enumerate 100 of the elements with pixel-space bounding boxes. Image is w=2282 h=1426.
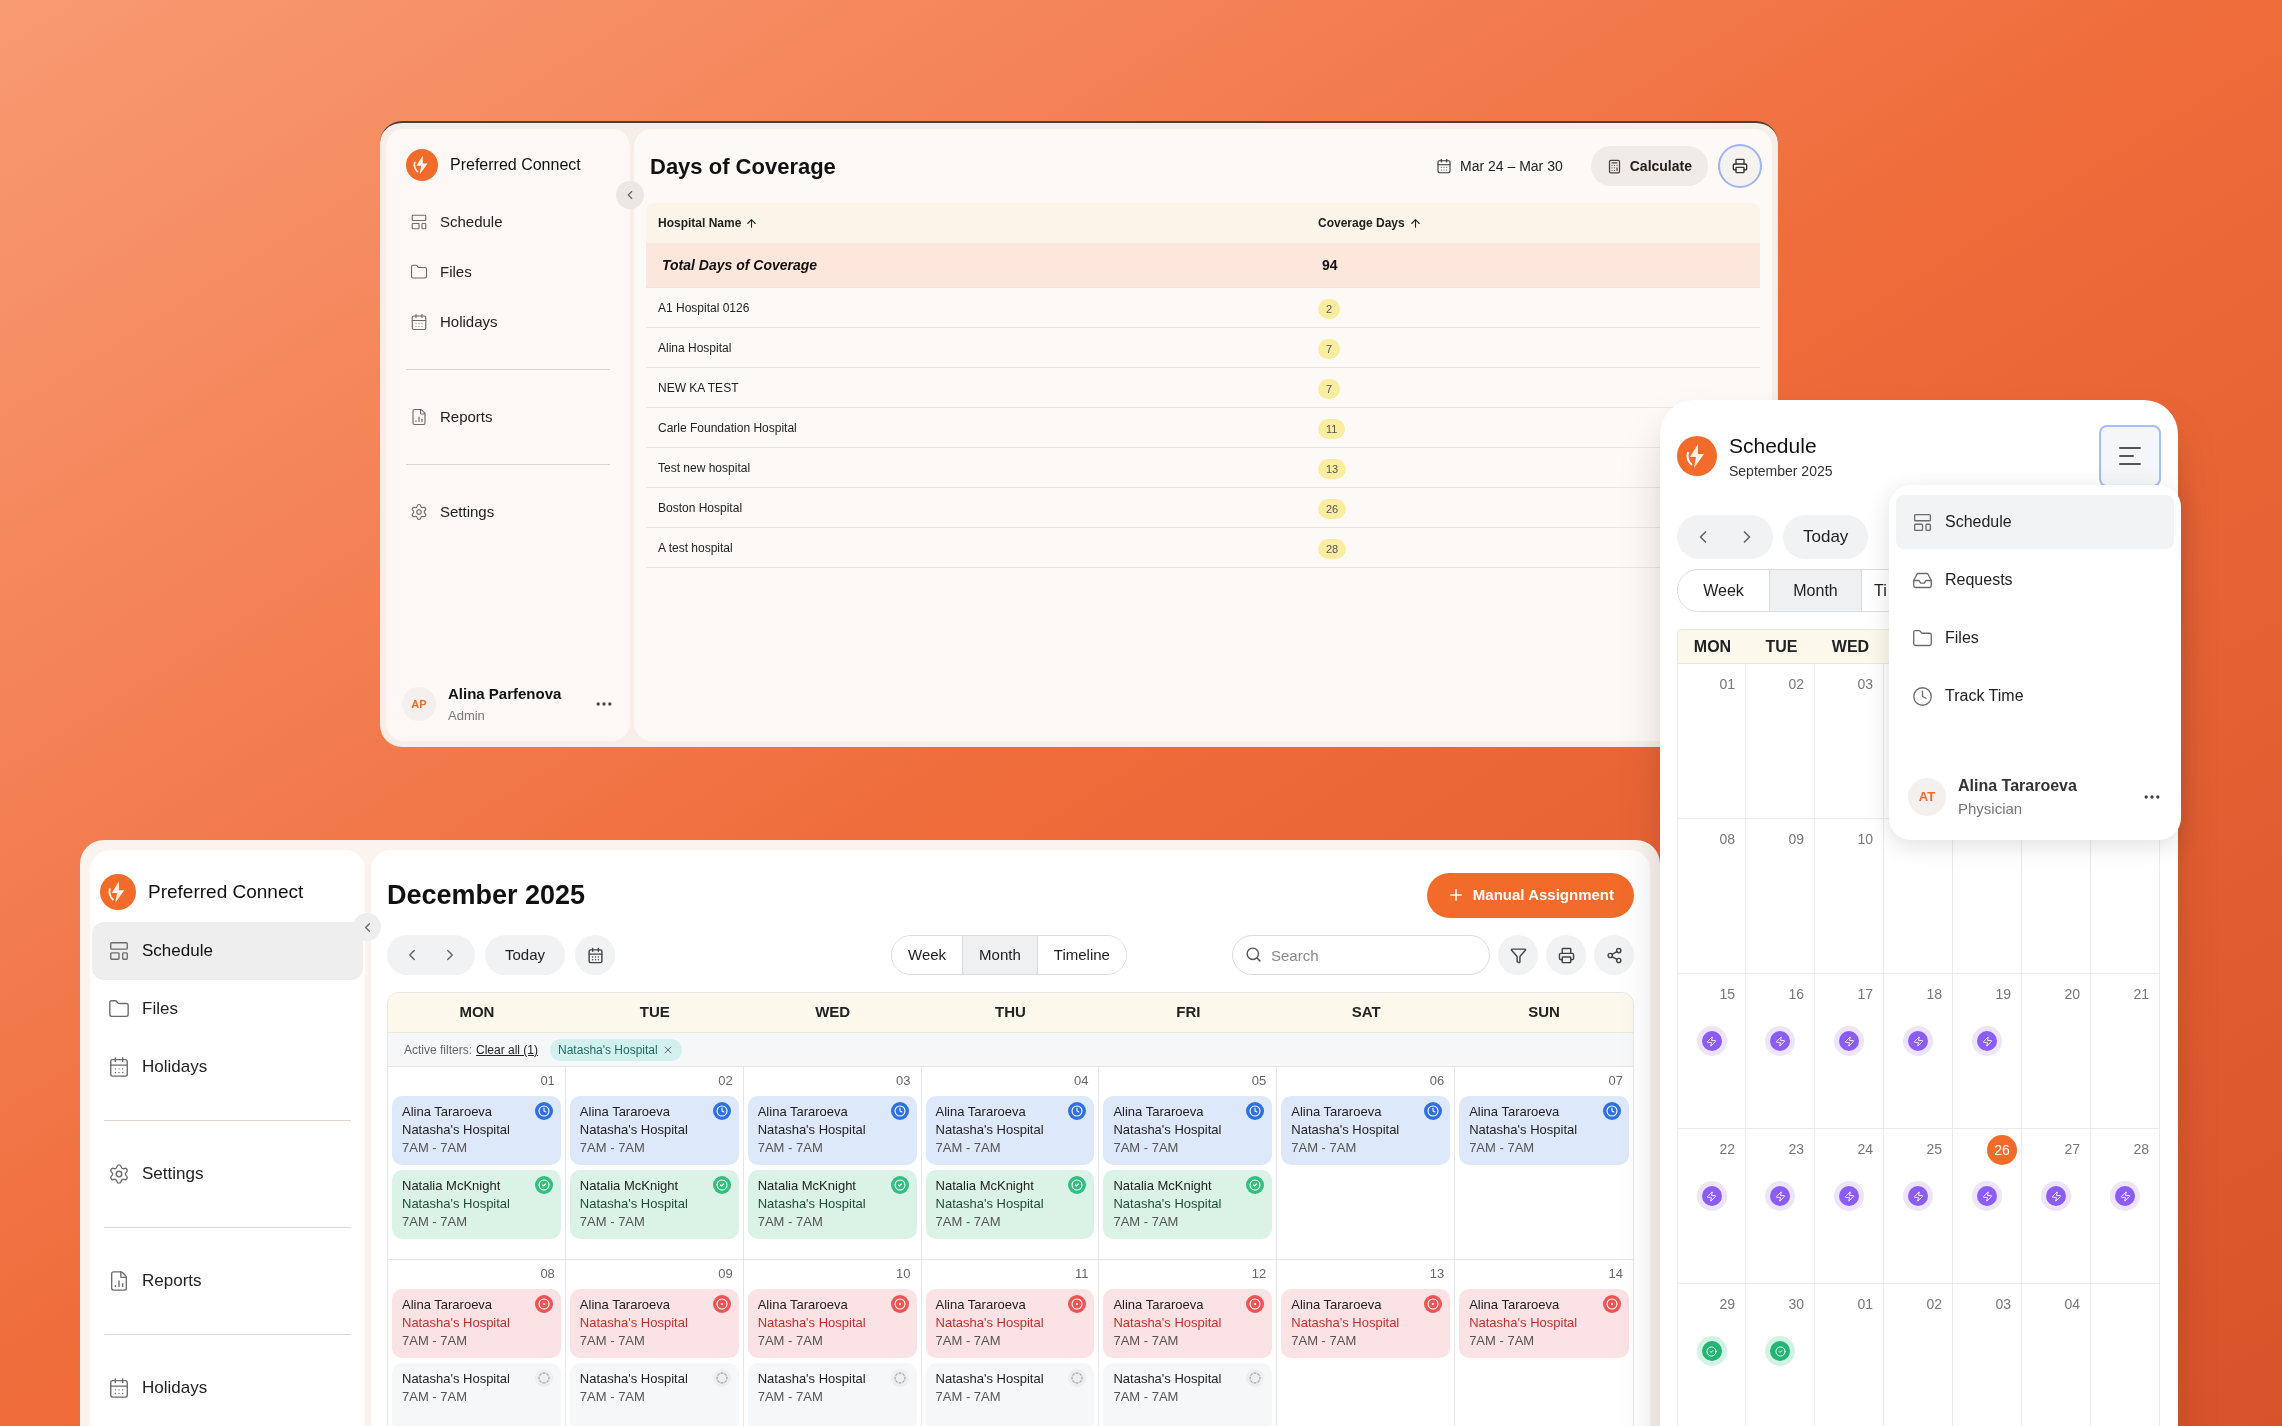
view-tab[interactable]: Month bbox=[1770, 570, 1862, 611]
sidebar-item[interactable]: Files bbox=[92, 980, 363, 1038]
menu-item[interactable]: Files bbox=[1896, 611, 2174, 665]
event-card[interactable]: Natalia McKnight Natasha's Hospital 7AM - 7AM bbox=[1103, 1170, 1273, 1239]
today-button[interactable]: Today bbox=[1783, 515, 1869, 559]
date-picker-button[interactable] bbox=[575, 935, 616, 975]
event-marker[interactable] bbox=[1696, 1181, 1727, 1211]
print-button[interactable] bbox=[1720, 146, 1760, 186]
day-cell[interactable]: 19 bbox=[1953, 974, 2022, 1129]
day-cell[interactable]: 05 Alina Tararoeva Natasha's Hospital 7AM - 7AM Natalia McKnight Natasha's Hospital 7AM - 7AM bbox=[1099, 1067, 1278, 1260]
day-cell[interactable]: 20 bbox=[2022, 974, 2091, 1129]
event-marker[interactable] bbox=[1765, 1026, 1795, 1056]
event-marker[interactable] bbox=[1903, 1181, 1933, 1211]
event-marker[interactable] bbox=[1972, 1026, 2002, 1056]
menu-button[interactable] bbox=[2099, 425, 2161, 487]
day-cell[interactable]: 09 Alina Tararoeva Natasha's Hospital 7AM - 7AM Natasha's Hospital 7AM - 7AM bbox=[565, 1260, 744, 1426]
sidebar-item[interactable]: Schedule bbox=[92, 922, 363, 980]
day-cell[interactable]: 03 bbox=[1815, 664, 1884, 819]
event-marker[interactable] bbox=[1903, 1026, 1933, 1056]
menu-item[interactable]: Requests bbox=[1896, 553, 2174, 607]
event-card[interactable]: Alina Tararoeva Natasha's Hospital 7AM - 7AM bbox=[1459, 1289, 1629, 1358]
event-card[interactable]: Natalia McKnight Natasha's Hospital 7AM - 7AM bbox=[392, 1170, 561, 1239]
event-card[interactable]: Alina Tararoeva Natasha's Hospital 7AM - 7AM bbox=[1103, 1096, 1273, 1165]
view-tab[interactable]: Month bbox=[963, 936, 1038, 974]
day-cell[interactable]: 07 Alina Tararoeva Natasha's Hospital 7AM - 7AM bbox=[1455, 1067, 1633, 1260]
event-card[interactable]: Natalia McKnight Natasha's Hospital 7AM - 7AM bbox=[747, 1170, 917, 1239]
event-marker[interactable] bbox=[2110, 1181, 2140, 1211]
event-card[interactable]: Alina Tararoeva Natasha's Hospital 7AM - 7AM bbox=[392, 1289, 561, 1358]
filter-chip[interactable]: Natasha's Hospital bbox=[550, 1038, 682, 1061]
day-cell[interactable]: 12 Alina Tararoeva Natasha's Hospital 7AM - 7AM Natasha's Hospital 7AM - 7AM bbox=[1099, 1260, 1278, 1426]
day-cell[interactable]: 04 bbox=[2022, 1284, 2091, 1426]
day-cell[interactable]: 04 Alina Tararoeva Natasha's Hospital 7AM - 7AM Natalia McKnight Natasha's Hospital 7AM - 7AM bbox=[921, 1067, 1100, 1260]
filter-button[interactable] bbox=[1498, 935, 1538, 975]
day-cell[interactable]: 21 bbox=[2091, 974, 2160, 1129]
event-card[interactable]: Alina Tararoeva Natasha's Hospital 7AM - 7AM bbox=[569, 1289, 739, 1358]
event-marker[interactable] bbox=[1696, 1336, 1727, 1366]
menu-item[interactable]: Track Time bbox=[1896, 669, 2174, 723]
event-marker[interactable] bbox=[1765, 1181, 1795, 1211]
event-card[interactable]: Natasha's Hospital 7AM - 7AM bbox=[569, 1363, 739, 1426]
sort-arrow-icon[interactable] bbox=[745, 216, 759, 230]
event-marker[interactable] bbox=[1834, 1181, 1864, 1211]
sidebar-item[interactable]: Settings bbox=[394, 487, 622, 537]
day-cell[interactable]: 01 bbox=[1815, 1284, 1884, 1426]
day-cell[interactable]: 10 Alina Tararoeva Natasha's Hospital 7AM - 7AM Natasha's Hospital 7AM - 7AM bbox=[743, 1260, 922, 1426]
day-cell[interactable]: 11 Alina Tararoeva Natasha's Hospital 7AM - 7AM Natasha's Hospital 7AM - 7AM bbox=[921, 1260, 1100, 1426]
event-card[interactable]: Alina Tararoeva Natasha's Hospital 7AM - 7AM bbox=[747, 1289, 917, 1358]
event-card[interactable]: Natasha's Hospital 7AM - 7AM bbox=[392, 1363, 561, 1426]
day-cell[interactable]: 28 bbox=[2091, 1129, 2160, 1284]
event-marker[interactable] bbox=[1972, 1181, 2002, 1211]
day-cell[interactable]: 02 Alina Tararoeva Natasha's Hospital 7AM - 7AM Natalia McKnight Natasha's Hospital 7AM - 7AM bbox=[565, 1067, 744, 1260]
day-cell[interactable]: 16 bbox=[1746, 974, 1815, 1129]
day-cell[interactable]: 24 bbox=[1815, 1129, 1884, 1284]
day-cell[interactable]: 25 bbox=[1884, 1129, 1953, 1284]
event-card[interactable]: Alina Tararoeva Natasha's Hospital 7AM - 7AM bbox=[925, 1289, 1095, 1358]
sidebar-item[interactable]: Settings bbox=[92, 1145, 363, 1203]
event-card[interactable]: Alina Tararoeva Natasha's Hospital 7AM - 7AM bbox=[1459, 1096, 1629, 1165]
day-cell[interactable]: 29 bbox=[1677, 1284, 1746, 1426]
column-header[interactable]: Hospital Name bbox=[646, 214, 1306, 232]
day-cell[interactable]: 01 bbox=[1677, 664, 1746, 819]
calculate-button[interactable]: Calculate bbox=[1590, 146, 1708, 186]
view-tab[interactable]: Week bbox=[892, 936, 964, 974]
day-cell[interactable]: 22 bbox=[1677, 1129, 1746, 1284]
day-cell[interactable]: 03 Alina Tararoeva Natasha's Hospital 7AM - 7AM Natalia McKnight Natasha's Hospital 7AM - 7AM bbox=[743, 1067, 922, 1260]
view-tab[interactable]: Week bbox=[1678, 570, 1770, 611]
event-marker[interactable] bbox=[2041, 1181, 2071, 1211]
event-card[interactable]: Alina Tararoeva Natasha's Hospital 7AM - 7AM bbox=[925, 1096, 1095, 1165]
sidebar-item[interactable]: Holidays bbox=[92, 1359, 363, 1417]
event-card[interactable]: Alina Tararoeva Natasha's Hospital 7AM - 7AM bbox=[747, 1096, 917, 1165]
event-card[interactable]: Natalia McKnight Natasha's Hospital 7AM - 7AM bbox=[925, 1170, 1095, 1239]
menu-item[interactable]: Schedule bbox=[1896, 495, 2174, 549]
day-cell[interactable]: 23 bbox=[1746, 1129, 1815, 1284]
day-cell[interactable]: 13 Alina Tararoeva Natasha's Hospital 7AM - 7AM bbox=[1277, 1260, 1456, 1426]
share-button[interactable] bbox=[1594, 935, 1634, 975]
event-card[interactable]: Alina Tararoeva Natasha's Hospital 7AM - 7AM bbox=[392, 1096, 561, 1165]
sidebar-item[interactable]: Holidays bbox=[394, 297, 622, 347]
day-cell[interactable]: 18 bbox=[1884, 974, 1953, 1129]
clear-all-link[interactable]: Clear all (1) bbox=[476, 1040, 539, 1059]
day-cell[interactable]: 08 bbox=[1677, 819, 1746, 974]
day-cell[interactable]: 27 bbox=[2022, 1129, 2091, 1284]
event-card[interactable]: Alina Tararoeva Natasha's Hospital 7AM - 7AM bbox=[1103, 1289, 1273, 1358]
day-cell[interactable]: 02 bbox=[1884, 1284, 1953, 1426]
day-cell[interactable]: 15 bbox=[1677, 974, 1746, 1129]
day-cell[interactable]: 06 Alina Tararoeva Natasha's Hospital 7AM - 7AM bbox=[1277, 1067, 1456, 1260]
day-cell[interactable]: 02 bbox=[1746, 664, 1815, 819]
day-cell[interactable]: 01 Alina Tararoeva Natasha's Hospital 7AM - 7AM Natalia McKnight Natasha's Hospital 7AM - 7AM bbox=[388, 1067, 566, 1260]
print-button[interactable] bbox=[1546, 935, 1586, 975]
day-cell[interactable]: 09 bbox=[1746, 819, 1815, 974]
event-card[interactable]: Natalia McKnight Natasha's Hospital 7AM - 7AM bbox=[569, 1170, 739, 1239]
day-cell[interactable]: 30 bbox=[1746, 1284, 1815, 1426]
sort-arrow-icon[interactable] bbox=[1408, 216, 1422, 230]
day-cell[interactable]: 10 bbox=[1815, 819, 1884, 974]
sidebar-item[interactable]: Reports bbox=[394, 392, 622, 442]
event-marker[interactable] bbox=[1696, 1026, 1727, 1056]
event-card[interactable]: Natasha's Hospital 7AM - 7AM bbox=[925, 1363, 1095, 1426]
column-header[interactable]: Coverage Days bbox=[1306, 214, 1760, 232]
event-card[interactable]: Alina Tararoeva Natasha's Hospital 7AM - 7AM bbox=[1281, 1096, 1451, 1165]
sidebar-item[interactable]: Holidays bbox=[92, 1038, 363, 1096]
event-marker[interactable] bbox=[1834, 1026, 1864, 1056]
day-cell[interactable]: 14 Alina Tararoeva Natasha's Hospital 7AM - 7AM bbox=[1455, 1260, 1633, 1426]
event-card[interactable]: Natasha's Hospital 7AM - 7AM bbox=[1103, 1363, 1273, 1426]
